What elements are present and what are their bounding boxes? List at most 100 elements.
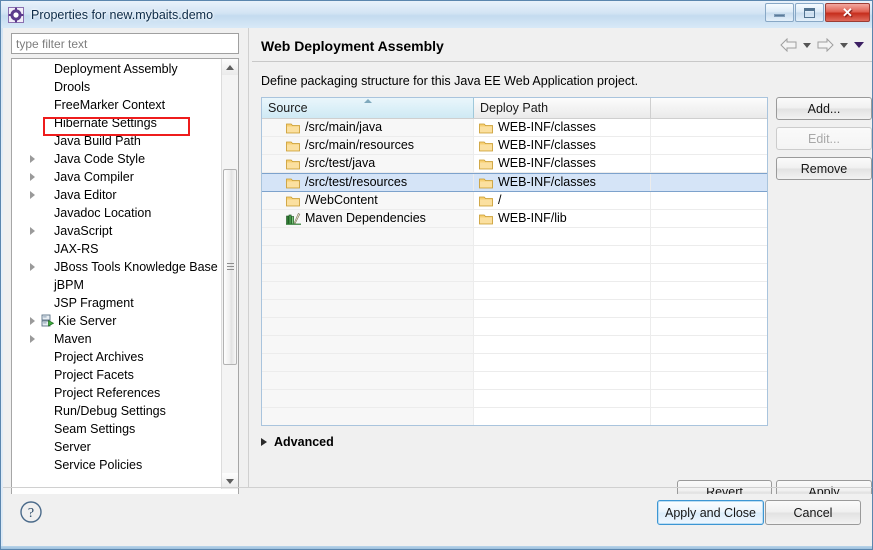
sidebar-item-seam-settings[interactable]: Seam Settings	[12, 420, 222, 438]
deployment-assembly-table[interactable]: Source Deploy Path /src/main/java WEB-INF/…	[261, 97, 768, 426]
close-button[interactable]: ✕	[825, 3, 870, 22]
sidebar-item-javadoc-location[interactable]: Javadoc Location	[12, 204, 222, 222]
close-icon: ✕	[842, 5, 853, 20]
sidebar-item-run-debug-settings[interactable]: Run/Debug Settings	[12, 402, 222, 420]
back-arrow-icon[interactable]	[780, 38, 797, 52]
sidebar-item-label: Hibernate Settings	[54, 116, 157, 130]
cell-source	[262, 300, 474, 317]
page-navigation-controls	[780, 38, 864, 52]
tree-vertical-scrollbar[interactable]	[221, 59, 238, 489]
sidebar-item-label: Drools	[54, 80, 91, 94]
sidebar-item-drools[interactable]: Drools	[12, 78, 222, 96]
sidebar-item-label: Java Code Style	[54, 152, 146, 166]
table-row-empty	[262, 408, 767, 425]
expand-triangle-icon[interactable]	[30, 155, 35, 163]
advanced-expander[interactable]: Advanced	[261, 435, 334, 449]
table-row[interactable]: /WebContent /	[262, 192, 767, 210]
cell-blank	[651, 408, 767, 425]
sidebar-item-java-compiler[interactable]: Java Compiler	[12, 168, 222, 186]
help-question-icon[interactable]: ?	[19, 500, 43, 524]
sidebar-item-project-facets[interactable]: Project Facets	[12, 366, 222, 384]
sidebar-item-service-policies[interactable]: Service Policies	[12, 456, 222, 474]
cell-source: /WebContent	[262, 192, 474, 209]
settings-content-pane: Web Deployment Assembly Define packaging…	[252, 28, 872, 503]
table-row[interactable]: /src/main/resources WEB-INF/classes	[262, 137, 767, 155]
expand-triangle-icon[interactable]	[30, 173, 35, 181]
table-row[interactable]: /src/test/resources WEB-INF/classes	[262, 173, 767, 192]
cancel-button[interactable]: Cancel	[765, 500, 861, 525]
cell-deploy-path	[474, 336, 651, 353]
forward-history-chevron-down-icon[interactable]	[840, 42, 848, 48]
edit-button: Edit...	[776, 127, 872, 150]
sidebar-item-label: JBoss Tools Knowledge Base	[54, 260, 218, 274]
folder-icon	[286, 159, 300, 169]
table-row[interactable]: /src/test/java WEB-INF/classes	[262, 155, 767, 173]
properties-dialog-window: Properties for new.mybaits.demo ✕ Deploy…	[0, 0, 873, 550]
cell-blank	[651, 246, 767, 263]
cell-deploy-path	[474, 390, 651, 407]
sidebar-item-java-code-style[interactable]: Java Code Style	[12, 150, 222, 168]
cell-source	[262, 372, 474, 389]
sidebar-item-java-build-path[interactable]: Java Build Path	[12, 132, 222, 150]
folder-icon	[479, 214, 493, 224]
expand-triangle-icon[interactable]	[30, 335, 35, 343]
column-header-source[interactable]: Source	[262, 98, 474, 118]
sidebar-item-javascript[interactable]: JavaScript	[12, 222, 222, 240]
expand-triangle-icon[interactable]	[30, 191, 35, 199]
table-row[interactable]: /src/main/java WEB-INF/classes	[262, 119, 767, 137]
scroll-up-arrow-icon[interactable]	[222, 59, 238, 75]
sidebar-item-deployment-assembly[interactable]: Deployment Assembly	[12, 60, 222, 78]
sidebar-item-label: Kie Server	[58, 314, 117, 328]
sidebar-item-jax-rs[interactable]: JAX-RS	[12, 240, 222, 258]
cell-source	[262, 318, 474, 335]
filter-input[interactable]	[11, 33, 239, 54]
maximize-button[interactable]	[795, 3, 824, 22]
column-header-blank[interactable]	[651, 98, 767, 118]
source-label: Maven Dependencies	[305, 211, 426, 225]
cell-blank	[651, 282, 767, 299]
sidebar-item-label: Maven	[54, 332, 92, 346]
cell-deploy-path: WEB-INF/classes	[474, 174, 651, 191]
sidebar-item-server[interactable]: Server	[12, 438, 222, 456]
sidebar-item-java-editor[interactable]: Java Editor	[12, 186, 222, 204]
sidebar-item-hibernate-settings[interactable]: Hibernate Settings	[12, 114, 222, 132]
sidebar-item-kie-server[interactable]: Kie Server	[12, 312, 222, 330]
sidebar-item-jbpm[interactable]: jBPM	[12, 276, 222, 294]
sidebar-item-jsp-fragment[interactable]: JSP Fragment	[12, 294, 222, 312]
view-menu-chevron-down-icon[interactable]	[854, 42, 864, 48]
settings-tree[interactable]: Deployment Assembly Drools FreeMarker Cont…	[11, 58, 239, 504]
cell-deploy-path: WEB-INF/classes	[474, 119, 651, 136]
table-row-empty	[262, 300, 767, 318]
maven-library-icon	[286, 212, 301, 225]
cell-source	[262, 264, 474, 281]
sidebar-item-label: Javadoc Location	[54, 206, 152, 220]
minimize-button[interactable]	[765, 3, 794, 22]
sidebar-item-jboss-tools-knowledge-base[interactable]: JBoss Tools Knowledge Base	[12, 258, 222, 276]
sidebar-item-label: Service Policies	[54, 458, 143, 472]
source-label: /src/main/resources	[305, 138, 415, 152]
sidebar-item-freemarker-context[interactable]: FreeMarker Context	[12, 96, 222, 114]
back-history-chevron-down-icon[interactable]	[803, 42, 811, 48]
forward-arrow-icon[interactable]	[817, 38, 834, 52]
settings-tree-list: Deployment Assembly Drools FreeMarker Cont…	[12, 59, 222, 474]
sidebar-item-maven[interactable]: Maven	[12, 330, 222, 348]
add-button[interactable]: Add...	[776, 97, 872, 120]
window-controls: ✕	[764, 3, 870, 22]
cell-blank	[651, 318, 767, 335]
expand-triangle-icon[interactable]	[30, 227, 35, 235]
column-header-deploy-path[interactable]: Deploy Path	[474, 98, 651, 118]
cell-deploy-path	[474, 246, 651, 263]
sidebar-item-project-archives[interactable]: Project Archives	[12, 348, 222, 366]
apply-and-close-button[interactable]: Apply and Close	[657, 500, 764, 525]
sidebar-item-project-references[interactable]: Project References	[12, 384, 222, 402]
dialog-body: Deployment Assembly Drools FreeMarker Cont…	[3, 28, 872, 518]
expand-triangle-icon[interactable]	[30, 263, 35, 271]
remove-button[interactable]: Remove	[776, 157, 872, 180]
column-header-label: Deploy Path	[480, 101, 549, 115]
advanced-label: Advanced	[274, 435, 334, 449]
tree-scroll-thumb[interactable]	[223, 169, 237, 365]
sidebar-item-label: Java Compiler	[54, 170, 134, 184]
table-row[interactable]: Maven Dependencies WEB-INF/lib	[262, 210, 767, 228]
expand-triangle-icon[interactable]	[30, 317, 35, 325]
cell-source: /src/main/java	[262, 119, 474, 136]
